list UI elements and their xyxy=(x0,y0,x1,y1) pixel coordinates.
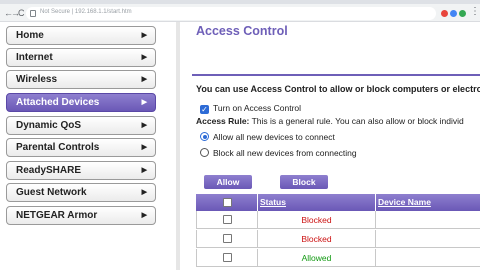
chevron-right-icon: ▶ xyxy=(141,76,147,83)
page-title: Access Control xyxy=(196,24,288,38)
status-cell: Allowed xyxy=(258,249,376,267)
column-divider xyxy=(257,194,258,211)
chevron-right-icon: ▶ xyxy=(141,32,147,39)
row-checkbox[interactable] xyxy=(223,253,232,262)
sidebar-scrollbar[interactable] xyxy=(176,22,180,270)
chevron-right-icon: ▶ xyxy=(141,189,147,196)
row-checkbox[interactable] xyxy=(223,215,232,224)
sidebar-item-label: ReadySHARE xyxy=(16,165,82,176)
lock-icon xyxy=(30,10,36,17)
sidebar-item-label: NETGEAR Armor xyxy=(16,210,98,221)
reload-icon[interactable]: C xyxy=(18,9,25,18)
sidebar-item-parental-controls[interactable]: Parental Controls ▶ xyxy=(6,138,156,157)
table-row: Blocked xyxy=(196,211,480,229)
table-row: Blocked xyxy=(196,230,480,248)
main-content: Access Control You can use Access Contro… xyxy=(182,22,480,270)
device-table-header: Status Device Name xyxy=(196,194,480,211)
status-cell: Blocked xyxy=(258,211,376,229)
chevron-right-icon: ▶ xyxy=(141,99,147,106)
extension-icon[interactable] xyxy=(450,10,457,17)
intro-text: You can use Access Control to allow or b… xyxy=(196,84,480,94)
access-rule-label: Access Rule: xyxy=(196,116,250,126)
chevron-right-icon: ▶ xyxy=(141,167,147,174)
profile-icon[interactable] xyxy=(459,10,466,17)
sidebar-item-label: Wireless xyxy=(16,74,58,85)
turn-on-label: Turn on Access Control xyxy=(213,103,302,113)
chevron-right-icon: ▶ xyxy=(141,54,147,61)
address-bar[interactable]: Not Secure | 192.168.1.1/start.htm xyxy=(26,7,436,20)
table-row: Allowed xyxy=(196,249,480,267)
sidebar-nav: Home ▶ Internet ▶ Wireless ▶ Attached De… xyxy=(0,22,168,270)
row-checkbox[interactable] xyxy=(223,234,232,243)
column-divider xyxy=(375,194,376,211)
sidebar-item-label: Parental Controls xyxy=(16,142,100,153)
checkbox-checked-icon[interactable]: ✓ xyxy=(200,105,209,114)
title-divider xyxy=(192,74,480,76)
radio-block-all[interactable]: Block all new devices from connecting xyxy=(200,148,357,158)
row-select-cell xyxy=(197,230,258,248)
sidebar-item-internet[interactable]: Internet ▶ xyxy=(6,48,156,67)
row-select-cell xyxy=(197,249,258,267)
sidebar-item-label: Guest Network xyxy=(16,187,87,198)
browser-menu-icon[interactable]: ⋮ xyxy=(470,7,480,17)
extension-icon[interactable] xyxy=(441,10,448,17)
radio-allow-all[interactable]: Allow all new devices to connect xyxy=(200,132,335,142)
sidebar-item-attached-devices[interactable]: Attached Devices ▶ xyxy=(6,93,156,112)
access-rule-description: Access Rule: This is a general rule. You… xyxy=(196,116,464,126)
sidebar-item-readyshare[interactable]: ReadySHARE ▶ xyxy=(6,161,156,180)
turn-on-access-control[interactable]: ✓ Turn on Access Control xyxy=(200,103,301,114)
block-button[interactable]: Block xyxy=(280,175,328,189)
sidebar-item-label: Internet xyxy=(16,52,53,63)
sidebar-item-home[interactable]: Home ▶ xyxy=(6,26,156,45)
status-cell: Blocked xyxy=(258,230,376,248)
select-all-checkbox[interactable] xyxy=(223,198,232,207)
radio-allow-label: Allow all new devices to connect xyxy=(213,132,335,142)
radio-selected-icon[interactable] xyxy=(200,132,209,141)
allow-button[interactable]: Allow xyxy=(204,175,252,189)
radio-block-label: Block all new devices from connecting xyxy=(213,148,357,158)
sidebar-item-wireless[interactable]: Wireless ▶ xyxy=(6,70,156,89)
sidebar-item-label: Home xyxy=(16,30,44,41)
sidebar-item-dynamic-qos[interactable]: Dynamic QoS ▶ xyxy=(6,116,156,135)
sidebar-item-label: Dynamic QoS xyxy=(16,120,82,131)
tab-strip xyxy=(0,0,480,4)
column-status[interactable]: Status xyxy=(260,194,286,211)
row-select-cell xyxy=(197,211,258,229)
sidebar-item-guest-network[interactable]: Guest Network ▶ xyxy=(6,183,156,202)
sidebar-item-netgear-armor[interactable]: NETGEAR Armor ▶ xyxy=(6,206,156,225)
chevron-right-icon: ▶ xyxy=(141,122,147,129)
radio-unselected-icon[interactable] xyxy=(200,148,209,157)
chevron-right-icon: ▶ xyxy=(141,212,147,219)
url-text: Not Secure | 192.168.1.1/start.htm xyxy=(40,9,132,15)
column-device-name[interactable]: Device Name xyxy=(378,194,431,211)
browser-toolbar: ← → C Not Secure | 192.168.1.1/start.htm… xyxy=(0,0,480,22)
chevron-right-icon: ▶ xyxy=(141,144,147,151)
access-rule-text: This is a general rule. You can also all… xyxy=(251,116,464,126)
sidebar-item-label: Attached Devices xyxy=(16,97,100,108)
